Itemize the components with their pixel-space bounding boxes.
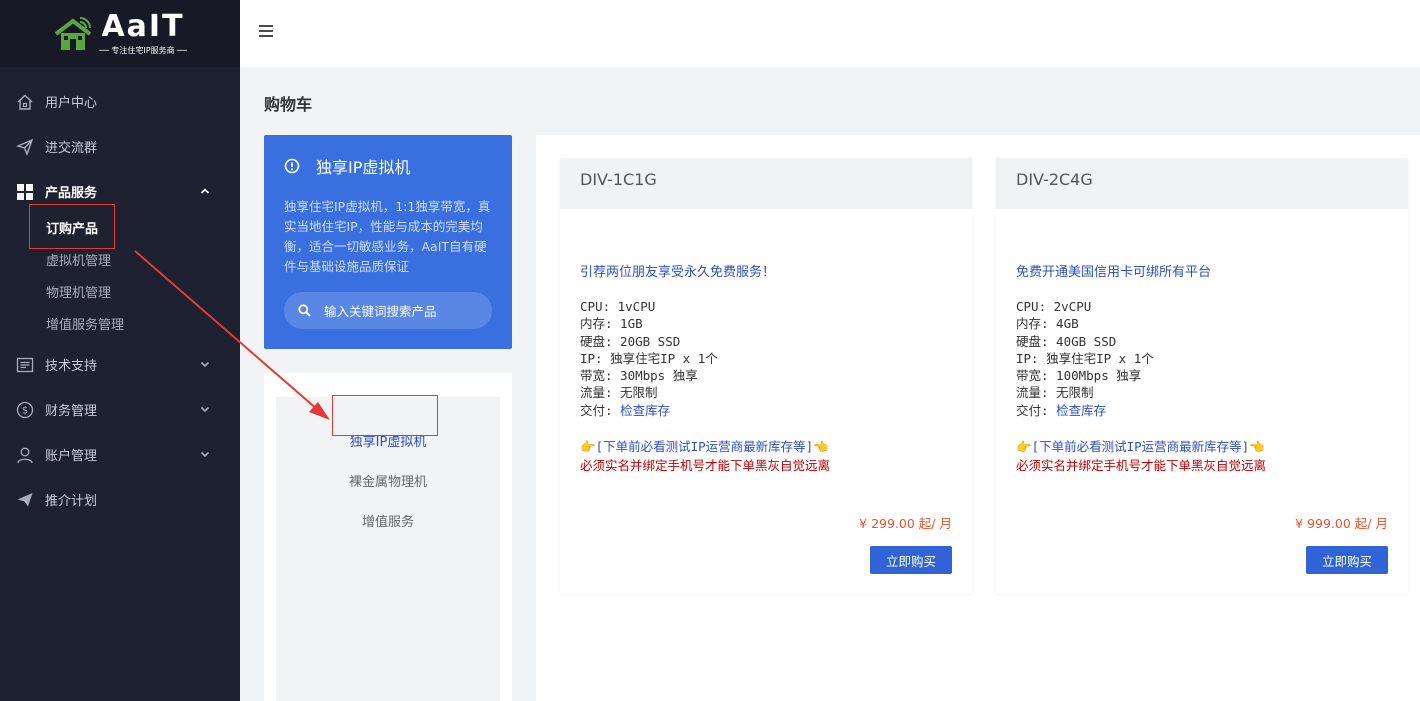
- buy-now-button[interactable]: 立即购买: [870, 546, 952, 574]
- sidebar-item-join-group[interactable]: 进交流群: [0, 124, 240, 169]
- real-name-notice: 必须实名并绑定手机号才能下单黑灰自觉远离: [1016, 458, 1267, 474]
- send-icon: [16, 138, 34, 156]
- spec-memory: 内存: 4GB: [1016, 316, 1079, 332]
- pointing-left-icon: 👈: [813, 439, 829, 455]
- spec-cpu: CPU: 1vCPU: [580, 299, 656, 314]
- product-list: DIV-1C1G 引荐两位朋友享受永久免费服务！ CPU: 1vCPU 内存: …: [536, 135, 1420, 701]
- spec-disk: 硬盘: 20GB SSD: [580, 333, 681, 349]
- sidebar-subitem-vm-management[interactable]: 虚拟机管理: [46, 246, 240, 278]
- sidebar-subitem-physical-management[interactable]: 物理机管理: [46, 278, 240, 310]
- chevron-down-icon: [200, 406, 210, 413]
- buy-now-button[interactable]: 立即购买: [1306, 546, 1388, 574]
- product-details: 免费开通美国信用卡可绑所有平台 CPU: 2vCPU 内存: 4GB 硬盘: 4…: [1016, 261, 1396, 474]
- category-list: 独享IP虚拟机 裸金属物理机 增值服务: [276, 397, 500, 701]
- spec-delivery: 交付: 检查库存: [1016, 402, 1396, 419]
- sidebar-subitem-value-added-management[interactable]: 增值服务管理: [46, 310, 240, 342]
- product-search-input[interactable]: 输入关键词搜索产品: [284, 292, 492, 329]
- spec-bandwidth: 带宽: 100Mbps 独享: [1016, 368, 1142, 384]
- send-icon: [17, 492, 33, 506]
- spec-disk: 硬盘: 40GB SSD: [1016, 333, 1117, 349]
- spec-traffic: 流量: 无限制: [580, 385, 658, 401]
- category-hero-card: 独享IP虚拟机 独享住宅IP虚拟机，1:1独享带宽，真实当地住宅IP，性能与成本…: [264, 135, 512, 349]
- grid-icon: [17, 183, 33, 200]
- search-placeholder: 输入关键词搜索产品: [324, 304, 437, 319]
- list-icon: [16, 357, 34, 372]
- product-name: DIV-2C4G: [996, 158, 1408, 209]
- page-title: 购物车: [264, 95, 313, 114]
- hero-title: 独享IP虚拟机: [284, 154, 410, 178]
- sidebar: AaIT ── 专注住宅IP服务商 ── 用户中心 进交流群 产品服务 订购产品…: [0, 0, 240, 701]
- menu-icon[interactable]: [259, 24, 273, 38]
- spec-delivery-label: 交付:: [1016, 402, 1057, 418]
- info-circle-icon: [284, 158, 300, 174]
- real-name-notice: 必须实名并绑定手机号才能下单黑灰自觉远离: [580, 458, 831, 474]
- top-bar: [240, 0, 1420, 67]
- spec-ip: IP: 独享住宅IP x 1个: [1016, 350, 1154, 366]
- chevron-down-icon: [200, 361, 210, 368]
- test-ip-notice[interactable]: 👉[下单前必看测试IP运营商最新库存等]👈: [580, 436, 960, 455]
- brand-tagline: ── 专注住宅IP服务商 ──: [99, 45, 187, 55]
- spec-delivery: 交付: 检查库存: [580, 402, 960, 419]
- logo[interactable]: AaIT ── 专注住宅IP服务商 ──: [0, 0, 240, 67]
- sidebar-item-label: 用户中心: [45, 96, 98, 111]
- sidebar-item-label: 产品服务: [45, 186, 98, 201]
- user-icon: [17, 447, 33, 463]
- check-stock-link[interactable]: 检查库存: [1056, 403, 1106, 418]
- test-ip-notice[interactable]: 👉[下单前必看测试IP运营商最新库存等]👈: [1016, 436, 1396, 455]
- spec-ip: IP: 独享住宅IP x 1个: [580, 350, 718, 366]
- category-item-value-added[interactable]: 增值服务: [276, 511, 500, 530]
- sidebar-item-label: 推介计划: [45, 494, 98, 509]
- product-card: DIV-1C1G 引荐两位朋友享受永久免费服务！ CPU: 1vCPU 内存: …: [560, 158, 972, 594]
- spec-delivery-label: 交付:: [580, 402, 621, 418]
- product-promo[interactable]: 免费开通美国信用卡可绑所有平台: [1016, 261, 1396, 280]
- sidebar-item-label: 技术支持: [45, 359, 98, 374]
- sidebar-item-label: 财务管理: [45, 404, 98, 419]
- sidebar-item-account[interactable]: 账户管理: [0, 432, 240, 477]
- pointing-right-icon: 👉: [1016, 439, 1032, 455]
- dollar-icon: $: [16, 401, 34, 418]
- brand-tagline-text: 专注住宅IP服务商: [111, 45, 175, 55]
- product-card: DIV-2C4G 免费开通美国信用卡可绑所有平台 CPU: 2vCPU 内存: …: [996, 158, 1408, 594]
- sidebar-item-user-center[interactable]: 用户中心: [0, 79, 240, 124]
- svg-text:$: $: [22, 405, 28, 416]
- spec-cpu: CPU: 2vCPU: [1016, 299, 1092, 314]
- category-item-bare-metal[interactable]: 裸金属物理机: [276, 471, 500, 490]
- spec-traffic: 流量: 无限制: [1016, 385, 1094, 401]
- product-promo[interactable]: 引荐两位朋友享受永久免费服务！: [580, 261, 960, 280]
- spec-memory: 内存: 1GB: [580, 316, 643, 332]
- hero-title-text: 独享IP虚拟机: [316, 158, 411, 177]
- sidebar-item-referral[interactable]: 推介计划: [0, 477, 240, 522]
- brand-name: AaIT: [101, 8, 185, 44]
- product-price: ¥ 999.00 起/ 月: [1295, 516, 1388, 531]
- hero-description: 独享住宅IP虚拟机，1:1独享带宽，真实当地住宅IP，性能与成本的完美均衡，适合…: [284, 199, 491, 274]
- house-logo-icon: [55, 16, 92, 50]
- chevron-up-icon: [200, 188, 210, 194]
- annotation-box-category: [332, 395, 438, 436]
- product-name: DIV-1C1G: [560, 158, 972, 209]
- annotation-box-order-product: [29, 204, 115, 249]
- product-details: 引荐两位朋友享受永久免费服务！ CPU: 1vCPU 内存: 1GB 硬盘: 2…: [580, 261, 960, 474]
- product-price: ¥ 299.00 起/ 月: [859, 516, 952, 531]
- sidebar-nav: 用户中心 进交流群 产品服务 订购产品 虚拟机管理 物理机管理 增值服务管理 技…: [0, 67, 240, 522]
- pointing-right-icon: 👉: [580, 439, 596, 455]
- sidebar-item-finance[interactable]: $ 财务管理: [0, 387, 240, 432]
- search-icon: [298, 304, 311, 317]
- sidebar-item-tech-support[interactable]: 技术支持: [0, 342, 240, 387]
- spec-bandwidth: 带宽: 30Mbps 独享: [580, 368, 698, 384]
- chevron-down-icon: [200, 451, 210, 458]
- check-stock-link[interactable]: 检查库存: [620, 403, 670, 418]
- pointing-left-icon: 👈: [1249, 439, 1265, 455]
- home-icon: [17, 94, 33, 110]
- sidebar-item-label: 账户管理: [45, 449, 98, 464]
- test-ip-notice-text: [下单前必看测试IP运营商最新库存等]: [595, 439, 814, 455]
- test-ip-notice-text: [下单前必看测试IP运营商最新库存等]: [1031, 439, 1250, 455]
- sidebar-item-label: 进交流群: [45, 141, 98, 156]
